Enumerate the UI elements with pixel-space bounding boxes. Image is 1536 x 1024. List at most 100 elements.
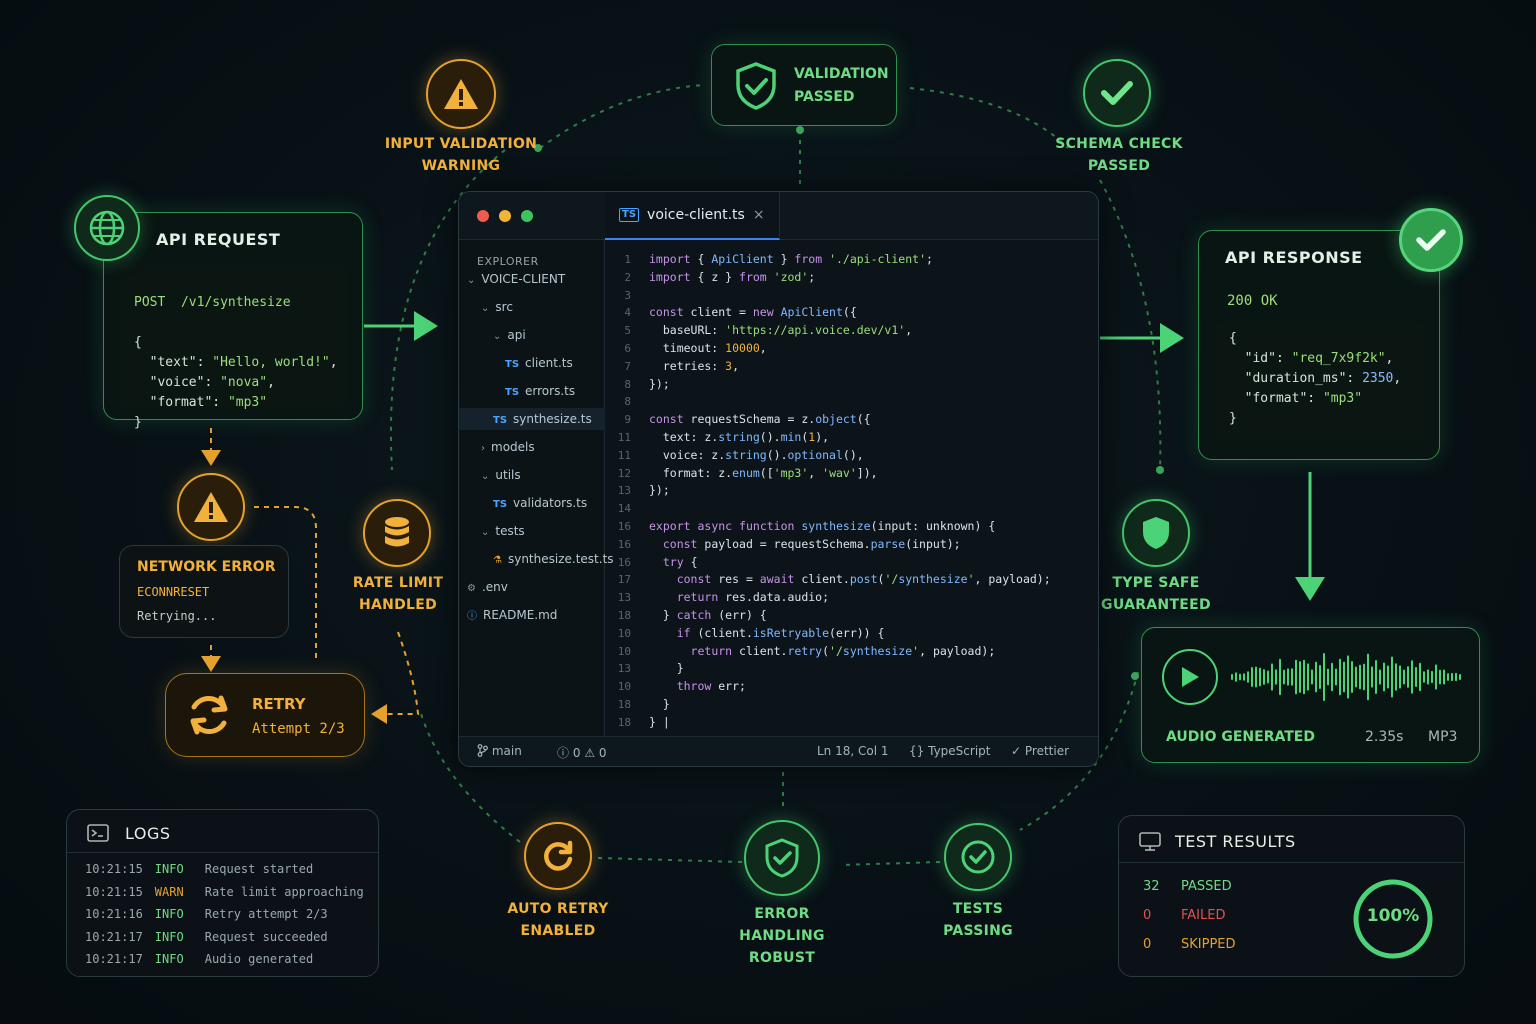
tests-passing-caption: TESTS PASSING (943, 901, 1013, 939)
code-line: export async function synthesize(input: … (649, 519, 996, 533)
cursor-position[interactable]: Ln 18, Col 1 (817, 744, 889, 758)
code-line: text: z.string().min(1), (649, 430, 830, 444)
tree-item[interactable]: ⓘ README.md (467, 604, 557, 626)
code-line: }); (649, 376, 670, 391)
tree-item[interactable]: TS errors.ts (505, 380, 575, 402)
skipped-label: SKIPPED (1181, 937, 1236, 952)
tree-item[interactable]: ⌄ utils (481, 464, 521, 486)
shield-check-icon (734, 61, 778, 115)
shield-check-icon (744, 820, 820, 896)
json-value: "req_7x9f2k" (1291, 351, 1386, 366)
code-line: const res = await client.post('/synthesi… (676, 572, 1051, 587)
tree-item[interactable]: ⚙ .env (467, 576, 508, 598)
formatter-status[interactable]: ✓ Prettier (1011, 744, 1069, 758)
git-branch-icon (477, 744, 488, 757)
code-line: timeout: 10000, (649, 341, 767, 355)
tree-item[interactable]: › models (481, 436, 535, 458)
pass-percent: 100% (1366, 906, 1420, 926)
log-message: Audio generated (204, 952, 314, 966)
schema-check-caption: SCHEMA CHECK PASSED (1055, 136, 1183, 174)
code-editor-window: TS voice-client.ts × EXPLORER ⌄ VOICE-CLI… (458, 191, 1099, 767)
json-sep: , (1385, 351, 1394, 366)
api-response-body: { "id": "req_7x9f2k", "duration_ms": 235… (1215, 321, 1425, 441)
failed-count: 0 (1143, 908, 1152, 923)
json-value: "Hello, world!" (212, 355, 330, 370)
tree-item-label: client.ts (525, 356, 573, 370)
test-results-panel: TEST RESULTS 32 PASSED 0 FAILED 0 SKIPPE… (1118, 815, 1465, 977)
language-label: TypeScript (928, 744, 991, 758)
close-tab-icon[interactable]: × (753, 207, 765, 223)
refresh-icon (184, 690, 234, 744)
validation-passed-card: VALIDATION PASSED (711, 44, 897, 126)
passed-count: 32 (1143, 879, 1160, 894)
code-line: const client = new ApiClient({ (649, 305, 857, 320)
code-line: } (649, 661, 684, 676)
log-level: INFO (154, 907, 184, 921)
database-icon (363, 499, 431, 567)
globe-icon (74, 195, 140, 261)
brace-close: } (1229, 411, 1237, 426)
failed-label: FAILED (1181, 908, 1226, 923)
json-key: "duration_ms" (1244, 371, 1347, 386)
tree-item[interactable]: TS synthesize.ts (459, 408, 605, 430)
line-number: 5 (624, 324, 631, 338)
problems-indicator[interactable]: ⓘ 0 ⚠ 0 (557, 744, 607, 761)
line-number: 16 (617, 537, 631, 551)
json-key: "format" (149, 395, 213, 410)
terminal-icon (87, 824, 109, 846)
status-text: OK (1260, 293, 1278, 309)
log-row: 10:21:15 INFO Request started (85, 862, 313, 876)
line-number: 13 (617, 484, 631, 498)
tree-item[interactable]: ⚗ synthesize.test.ts (493, 548, 614, 570)
line-number: 8 (624, 395, 631, 409)
line-number: 11 (617, 431, 631, 444)
log-level: WARN (154, 884, 184, 899)
tree-item[interactable]: ⌄ src (481, 296, 513, 318)
code-area[interactable]: 1 import { ApiClient } from './api-client… (605, 240, 1098, 736)
error-code: ECONNRESET (137, 585, 210, 599)
tree-item-label: synthesize.test.ts (507, 552, 614, 566)
json-key: "text" (149, 355, 197, 370)
retry-attempt: Attempt 2/3 (252, 721, 345, 737)
api-response-title: API RESPONSE (1225, 248, 1363, 267)
divider (1119, 862, 1464, 863)
line-number: 4 (624, 306, 631, 320)
network-error-title: NETWORK ERROR (137, 559, 276, 575)
tree-item[interactable]: TS client.ts (505, 352, 573, 374)
line-number: 16 (617, 520, 631, 533)
formatter-label: Prettier (1024, 744, 1070, 758)
response-status: 200 OK (1227, 293, 1278, 309)
log-time: 10:21:15 (85, 884, 143, 899)
audio-duration: 2.35s (1365, 729, 1404, 745)
line-number: 10 (617, 626, 631, 640)
tree-item[interactable]: TS validators.ts (493, 492, 587, 514)
log-time: 10:21:15 (85, 862, 143, 876)
skipped-count: 0 (1143, 937, 1152, 952)
code-line: } catch (err) { (649, 608, 767, 622)
log-time: 10:21:17 (85, 929, 143, 944)
log-time: 10:21:16 (85, 907, 143, 921)
json-key: "voice" (149, 375, 205, 390)
branch-indicator[interactable]: main (477, 744, 522, 758)
tree-item[interactable]: ⌄ tests (481, 520, 525, 542)
maximize-window-button[interactable] (521, 210, 533, 222)
tree-item[interactable]: ⌄ api (493, 324, 526, 346)
line-number: 13 (617, 591, 631, 605)
line-number: 10 (617, 680, 631, 694)
tree-item[interactable]: ⌄ VOICE-CLIENT (467, 268, 565, 290)
tree-item-label: models (491, 440, 535, 454)
audio-generated-label: AUDIO GENERATED (1166, 729, 1315, 745)
close-window-button[interactable] (477, 210, 489, 222)
monitor-icon (1139, 832, 1161, 856)
language-mode[interactable]: {} TypeScript (909, 744, 990, 758)
line-number: 18 (617, 698, 631, 711)
code-line: return client.retry('/synthesize', paylo… (690, 643, 996, 658)
play-icon[interactable] (1162, 649, 1218, 705)
log-level: INFO (154, 929, 184, 944)
code-line: try { (662, 554, 698, 569)
json-key: "id" (1244, 351, 1276, 366)
tab-voice-client[interactable]: TS voice-client.ts × (605, 192, 780, 240)
line-number: 10 (617, 644, 631, 658)
type-safe-caption: TYPE SAFE GUARANTEED (1101, 575, 1211, 613)
minimize-window-button[interactable] (499, 210, 511, 222)
